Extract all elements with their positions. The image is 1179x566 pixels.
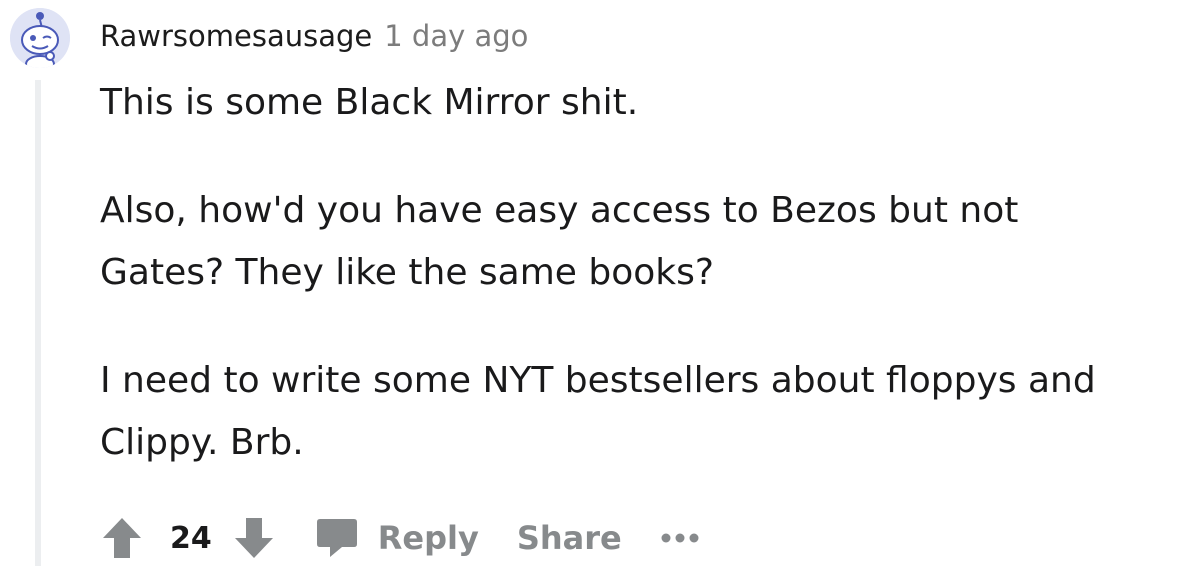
comment-paragraph: Also, how'd you have easy access to Bezo… [100, 190, 1019, 293]
vote-score: 24 [170, 520, 212, 556]
comment: Rawrsomesausage 1 day ago This is some B… [0, 0, 1179, 566]
reply-label: Reply [377, 519, 479, 557]
user-avatar[interactable] [10, 8, 70, 68]
snoo-avatar-icon [10, 8, 70, 68]
speech-bubble-icon [316, 518, 358, 558]
share-label: Share [516, 519, 622, 557]
upvote-button[interactable] [100, 516, 144, 560]
comment-actions: 24 Reply Share [100, 510, 700, 566]
ellipsis-icon [661, 533, 699, 543]
comment-paragraph: This is some Black Mirror shit. [100, 82, 639, 123]
arrow-up-icon [103, 518, 141, 558]
comment-paragraph: I need to write some NYT bestsellers abo… [100, 360, 1096, 463]
comment-body: This is some Black Mirror shit. Also, ho… [100, 72, 1140, 520]
thread-collapse-line[interactable] [35, 80, 41, 566]
arrow-down-icon [234, 518, 273, 558]
share-button[interactable]: Share [517, 519, 622, 557]
comment-meta: Rawrsomesausage 1 day ago [100, 14, 528, 58]
author-username[interactable]: Rawrsomesausage [100, 19, 372, 53]
downvote-button[interactable] [232, 516, 276, 560]
reply-button[interactable]: Reply [316, 518, 479, 558]
comment-timestamp[interactable]: 1 day ago [384, 19, 528, 53]
more-options-button[interactable] [660, 532, 700, 544]
